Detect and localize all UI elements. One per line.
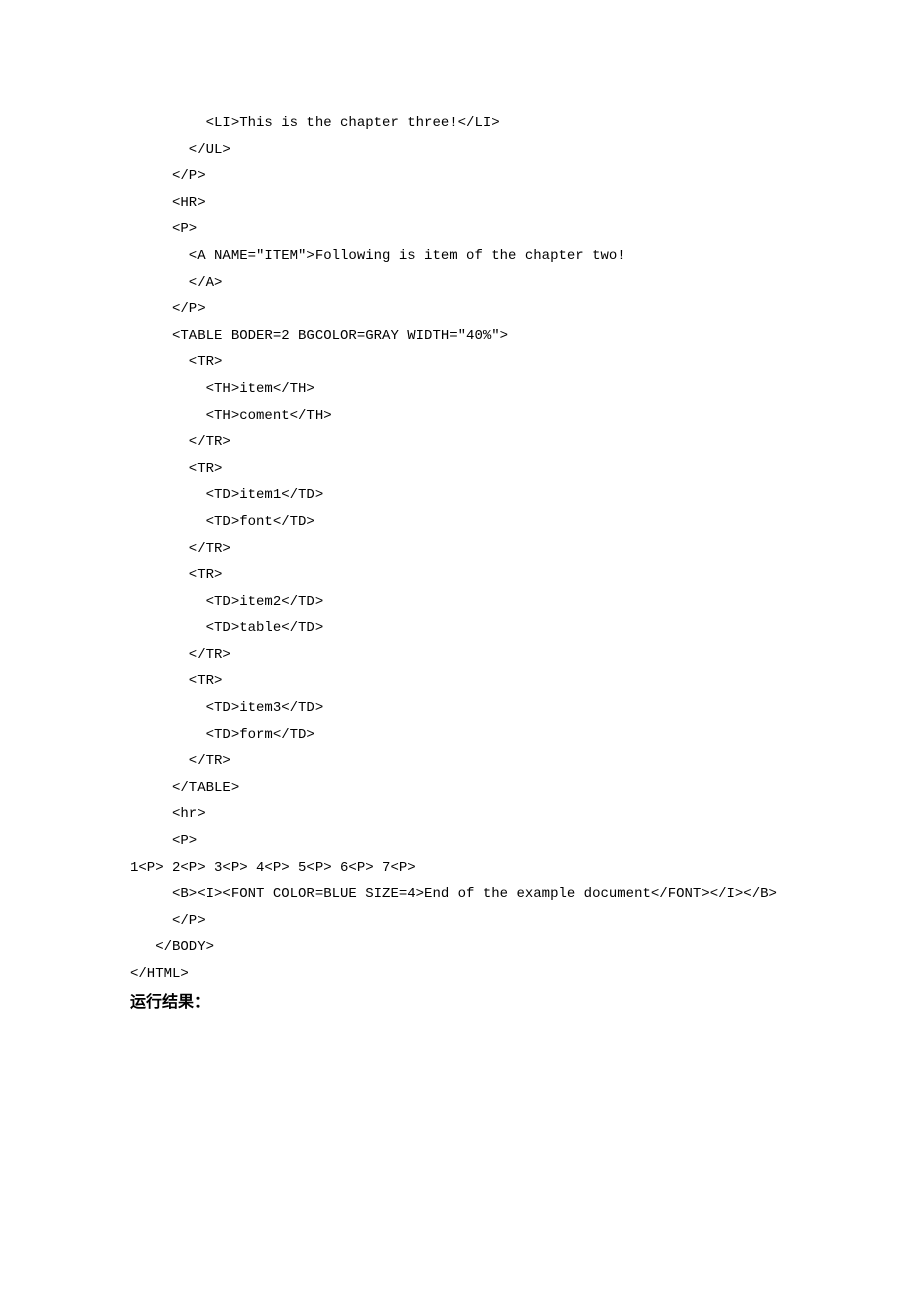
code-line: <TH>coment</TH>	[130, 403, 790, 430]
code-line: <B><I><FONT COLOR=BLUE SIZE=4>End of the…	[130, 881, 790, 908]
code-line: <TD>form</TD>	[130, 722, 790, 749]
code-line: <TR>	[130, 668, 790, 695]
code-line: </A>	[130, 270, 790, 297]
code-line: <HR>	[130, 190, 790, 217]
code-line: <TR>	[130, 349, 790, 376]
code-line: <P>	[130, 828, 790, 855]
code-line: </P>	[130, 296, 790, 323]
document-page: <LI>This is the chapter three!</LI> </UL…	[0, 0, 920, 1302]
code-line: </TR>	[130, 536, 790, 563]
code-line: <TABLE BODER=2 BGCOLOR=GRAY WIDTH="40%">	[130, 323, 790, 350]
code-line: <TD>font</TD>	[130, 509, 790, 536]
code-line: </UL>	[130, 137, 790, 164]
code-line: 1<P> 2<P> 3<P> 4<P> 5<P> 6<P> 7<P>	[130, 855, 790, 882]
code-line: <TD>table</TD>	[130, 615, 790, 642]
code-block: <LI>This is the chapter three!</LI> </UL…	[130, 110, 790, 988]
code-line: <TD>item2</TD>	[130, 589, 790, 616]
code-line: </BODY>	[130, 934, 790, 961]
code-line: </TR>	[130, 429, 790, 456]
code-line: <A NAME="ITEM">Following is item of the …	[130, 243, 790, 270]
code-line: </P>	[130, 908, 790, 935]
code-line: </P>	[130, 163, 790, 190]
code-line: <TR>	[130, 456, 790, 483]
code-line: <TR>	[130, 562, 790, 589]
code-line: </TR>	[130, 748, 790, 775]
code-line: <TD>item1</TD>	[130, 482, 790, 509]
code-line: </TABLE>	[130, 775, 790, 802]
code-line: <TH>item</TH>	[130, 376, 790, 403]
code-line: </TR>	[130, 642, 790, 669]
code-line: </HTML>	[130, 961, 790, 988]
code-line: <P>	[130, 216, 790, 243]
code-line: <hr>	[130, 801, 790, 828]
result-heading: 运行结果：	[130, 988, 790, 1018]
code-line: <TD>item3</TD>	[130, 695, 790, 722]
code-line: <LI>This is the chapter three!</LI>	[130, 110, 790, 137]
